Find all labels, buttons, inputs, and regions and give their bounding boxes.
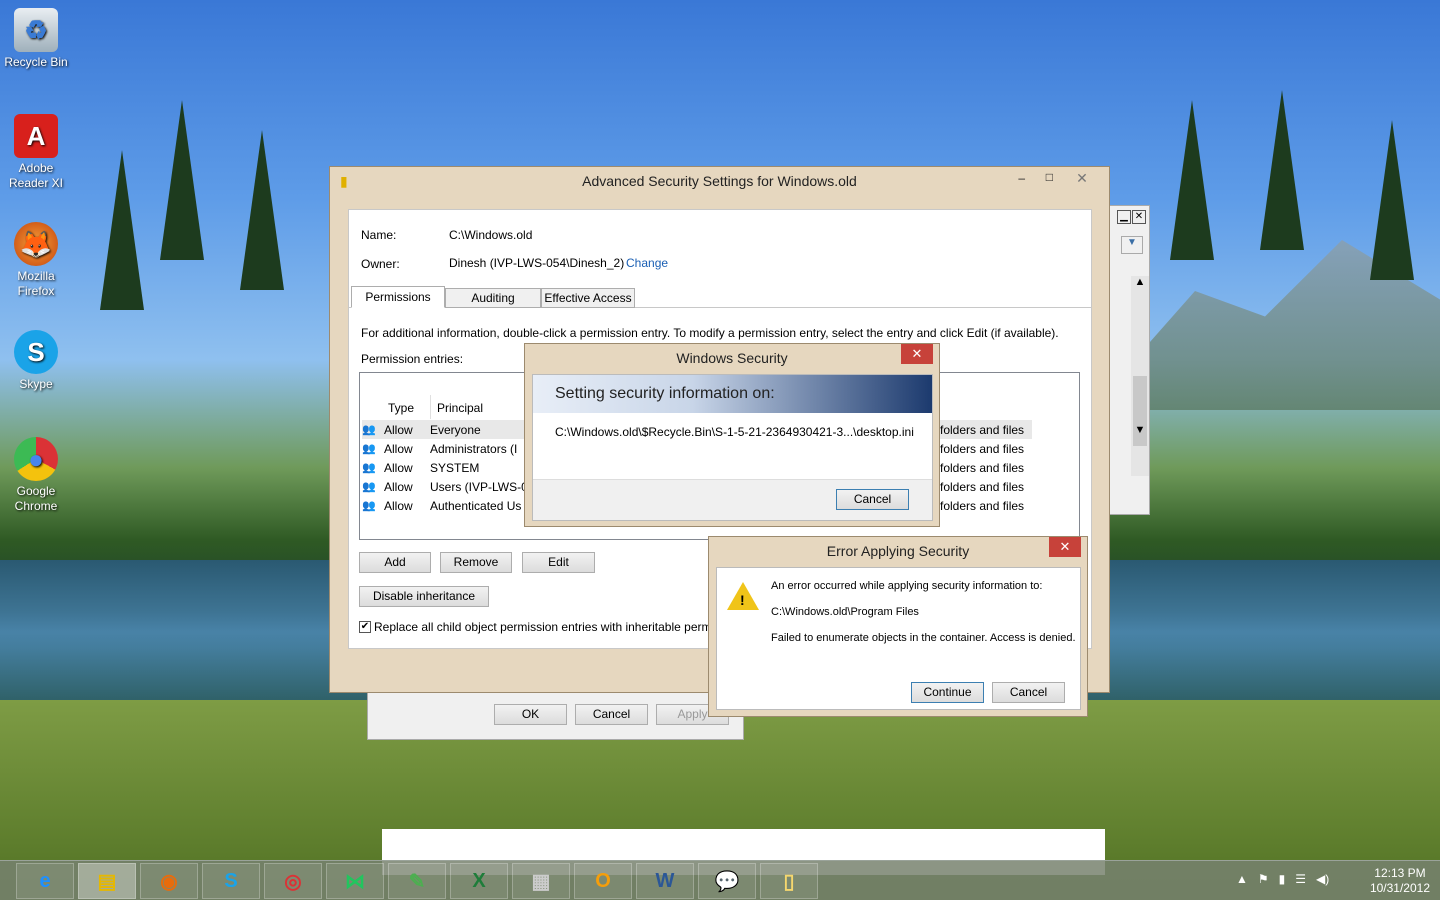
desktop-icon-chrome[interactable]: ● Google Chrome [4,437,68,514]
picture-icon[interactable]: ▦ [512,863,570,899]
word-icon[interactable]: W [636,863,694,899]
column-divider [430,395,431,419]
error-message: Failed to enumerate objects in the conta… [771,632,1076,644]
clock-time: 12:13 PM [1374,866,1426,880]
desktop-icon-recycle-bin[interactable]: ♻ Recycle Bin [4,8,68,70]
tab-permissions[interactable]: Permissions [351,286,445,308]
permission-entries-label: Permission entries: [361,352,464,366]
battery-icon[interactable]: ▮ [1279,872,1286,886]
visual-studio-icon[interactable]: ⋈ [326,863,384,899]
users-icon: 👥 [362,424,376,436]
flag-icon[interactable]: ⚑ [1258,872,1269,886]
close-button[interactable]: ✕ [1063,168,1101,188]
tree-decor [1260,90,1304,250]
internet-explorer-icon[interactable]: e [16,863,74,899]
folder-icon[interactable]: ▯ [760,863,818,899]
desktop-icon-adobe-reader[interactable]: A Adobe Reader XI [4,114,68,191]
scroll-up-icon[interactable]: ▲ [1131,276,1149,288]
name-label: Name: [361,228,397,242]
maximize-button[interactable]: □ [1046,170,1053,184]
error-path: C:\Windows.old\Program Files [771,606,919,618]
close-icon[interactable]: ✕ [1132,210,1146,224]
column-type-header[interactable]: Type [388,401,414,415]
cancel-button[interactable]: Cancel [992,682,1065,703]
change-owner-link[interactable]: Change [626,256,668,270]
outlook-icon[interactable]: O [574,863,632,899]
tab-effective-access[interactable]: Effective Access [541,288,635,308]
adobe-reader-icon: A [14,114,58,158]
gtalk-icon[interactable]: 💬 [698,863,756,899]
error-line1: An error occurred while applying securit… [771,580,1043,592]
skype-icon: S [14,330,58,374]
tree-decor [160,100,204,260]
chrome-icon[interactable]: ◎ [264,863,322,899]
edit-button[interactable]: Edit [522,552,595,573]
firefox-icon: 🦊 [14,222,58,266]
ok-button[interactable]: OK [494,704,567,725]
tree-decor [1370,120,1414,280]
cancel-button[interactable]: Cancel [836,489,909,510]
scrollbar[interactable]: ▲ ▼ [1131,276,1149,476]
network-icon[interactable]: ☰ [1295,872,1306,886]
folder-icon: ▮ [340,173,348,189]
users-icon: 👥 [362,462,376,474]
clock-date: 10/31/2012 [1369,881,1430,895]
info-text: For additional information, double-click… [361,326,1059,340]
add-button[interactable]: Add [359,552,431,573]
tree-decor [240,130,284,290]
minimize-icon[interactable]: ▁ [1117,210,1131,224]
scroll-down-icon[interactable]: ▼ [1131,424,1149,436]
dialog-title: Error Applying Security [826,543,970,559]
disable-inheritance-button[interactable]: Disable inheritance [359,586,489,607]
replace-entries-checkbox[interactable]: ✔ [359,621,371,633]
users-icon: 👥 [362,443,376,455]
continue-button[interactable]: Continue [911,682,984,703]
project-icon[interactable]: ✎ [388,863,446,899]
chrome-icon: ● [14,437,58,481]
desktop-icon-firefox[interactable]: 🦊 Mozilla Firefox [4,222,68,299]
title-bar: Windows Security ✕ [525,344,939,372]
volume-icon[interactable]: ◀) [1316,872,1329,886]
users-icon: 👥 [362,481,376,493]
banner-text: Setting security information on: [533,375,932,413]
close-button[interactable]: ✕ [1049,537,1081,557]
warning-mark: ! [740,592,745,608]
chevron-down-icon[interactable]: ▼ [1121,236,1143,254]
skype-icon[interactable]: S [202,863,260,899]
remove-button[interactable]: Remove [440,552,512,573]
title-bar: Error Applying Security ✕ [709,537,1087,565]
clock[interactable]: 12:13 PM 10/31/2012 [1370,866,1430,896]
owner-label: Owner: [361,257,400,271]
firefox-icon[interactable]: ◉ [140,863,198,899]
system-tray: ▲ ⚑ ▮ ☰ ◀) [1236,872,1329,886]
dialog-title: Windows Security [676,350,788,366]
users-icon: 👥 [362,500,376,512]
cancel-button[interactable]: Cancel [575,704,648,725]
tree-decor [1170,100,1214,260]
excel-icon[interactable]: X [450,863,508,899]
column-principal-header[interactable]: Principal [437,401,483,415]
owner-value: Dinesh (IVP-LWS-054\Dinesh_2) [449,256,625,270]
recycle-bin-icon: ♻ [14,8,58,52]
file-explorer-icon[interactable]: ▤ [78,863,136,899]
background-window-fragment: ▁ ✕ ▼ ▲ ▼ [1108,205,1150,515]
tab-auditing[interactable]: Auditing [445,288,541,308]
chevron-up-icon[interactable]: ▲ [1236,872,1248,886]
path-text: C:\Windows.old\$Recycle.Bin\S-1-5-21-236… [555,425,914,439]
desktop-icon-skype[interactable]: S Skype [4,330,68,392]
title-bar: ▮ Advanced Security Settings for Windows… [330,167,1109,195]
window-title: Advanced Security Settings for Windows.o… [582,173,857,189]
minimize-button[interactable]: – [1018,171,1025,185]
name-value: C:\Windows.old [449,228,533,242]
taskbar: e ▤ ◉ S ◎ ⋈ ✎ X ▦ O W 💬 ▯ [0,860,1440,900]
close-button[interactable]: ✕ [901,344,933,364]
tree-decor [100,150,144,310]
replace-entries-label: Replace all child object permission entr… [374,620,710,634]
